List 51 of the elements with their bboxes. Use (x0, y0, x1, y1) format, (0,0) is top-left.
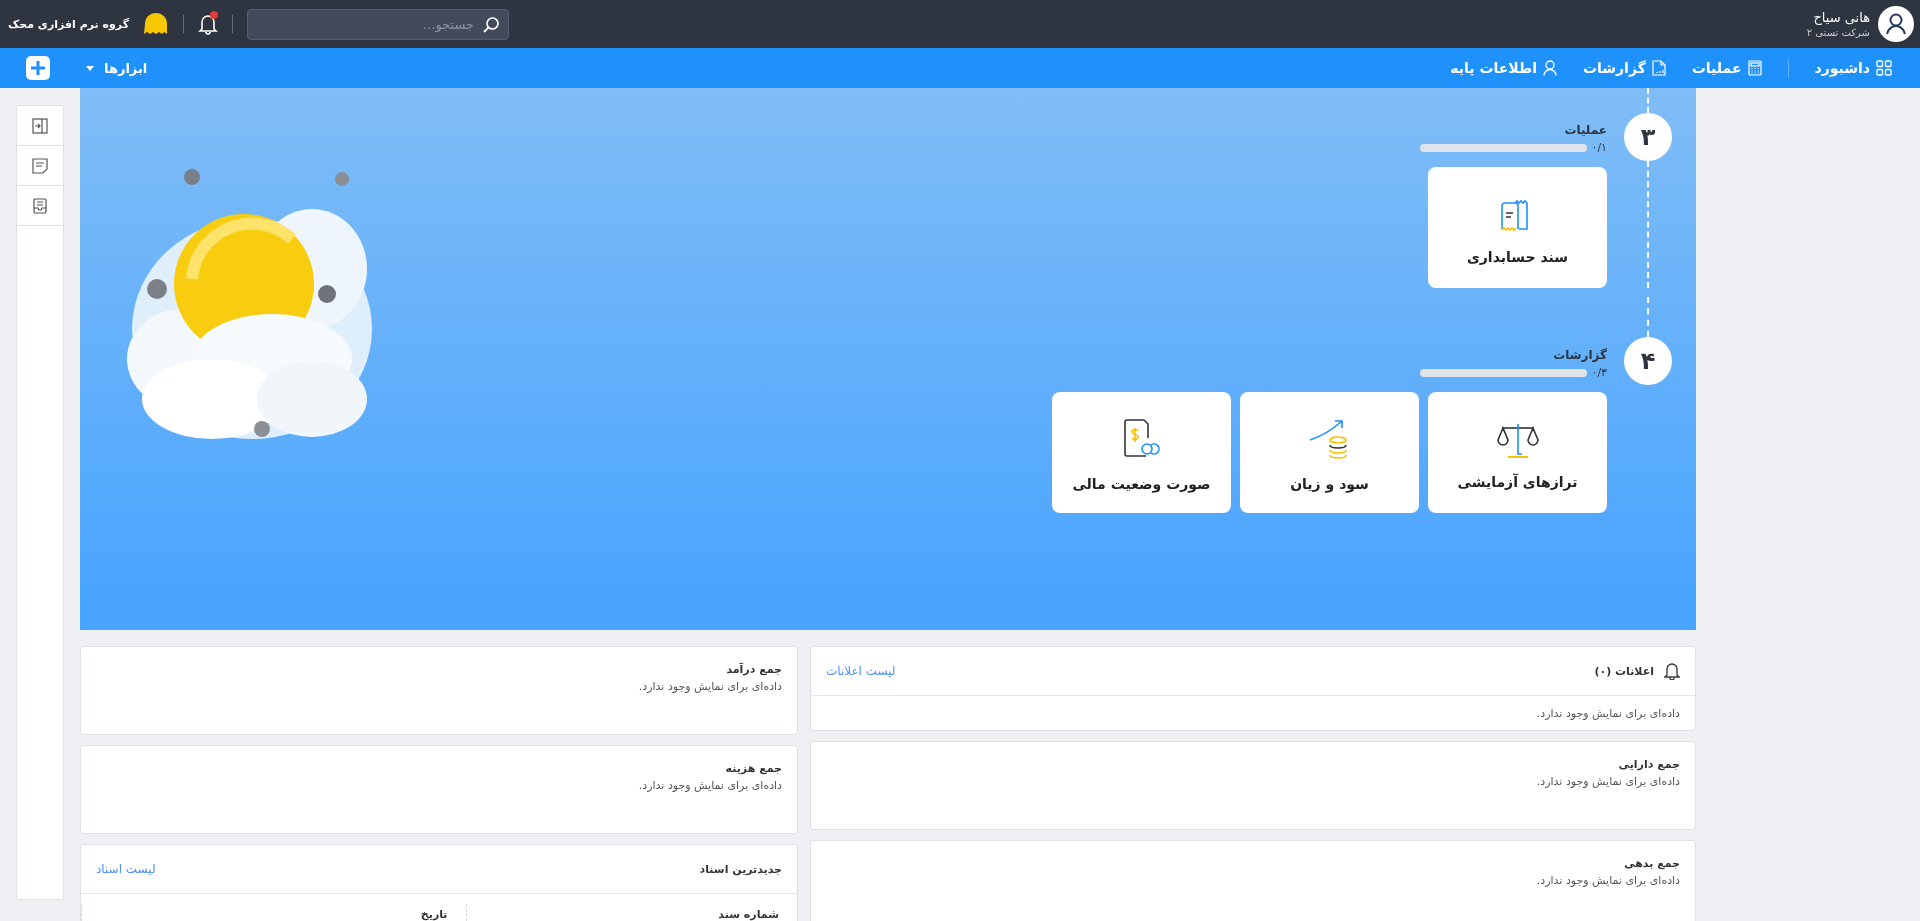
tool-button[interactable] (17, 106, 63, 146)
tray-icon (32, 197, 48, 214)
company-name: شرکت تستی ۲ (1806, 27, 1870, 38)
shortcut-card[interactable]: سود و زیان (1240, 392, 1419, 513)
column-header: تاریخ (81, 904, 466, 921)
empty-message: داده‌ای برای نمایش وجود ندارد. (1536, 775, 1680, 788)
empty-message: داده‌ای برای نمایش وجود ندارد. (638, 779, 782, 792)
bell-icon (1664, 662, 1680, 680)
notifications-button[interactable] (198, 13, 219, 35)
logo-icon (143, 12, 170, 36)
widget-title: جمع درآمد (726, 663, 782, 676)
user-name: هانی سیاح (1812, 10, 1870, 25)
column-header: شماره سند (465, 904, 797, 921)
widget-title: جمع دارایی (1618, 758, 1680, 771)
brand-name: گروه نرم افزاری محک (8, 17, 130, 31)
exit-icon (32, 117, 48, 134)
nav-item[interactable]: عملیات (1691, 60, 1762, 76)
note-icon (32, 157, 48, 174)
calculator-icon (1747, 60, 1762, 76)
shortcut-card[interactable]: صورت وضعیت مالی (1052, 392, 1231, 513)
user-icon (1542, 60, 1557, 76)
step-number: ۴ (1624, 337, 1672, 385)
progress-count: ۰/۱ (1591, 141, 1607, 155)
widget-title: جدیدترین اسناد (699, 862, 782, 876)
step-title: گزارشات (1553, 347, 1607, 363)
empty-message: داده‌ای برای نمایش وجود ندارد. (1536, 874, 1680, 887)
shortcut-card[interactable]: سند حسابداری (1428, 167, 1607, 288)
progress-count: ۰/۳ (1591, 366, 1607, 380)
search-icon (482, 15, 501, 34)
nav-item[interactable]: گزارشات (1582, 60, 1666, 76)
add-button[interactable] (26, 56, 50, 80)
widget-title: جمع بدهی (1624, 857, 1680, 870)
list-link[interactable]: لیست اسناد (96, 862, 156, 876)
avatar-icon[interactable] (1878, 6, 1914, 42)
caret-icon (86, 65, 94, 71)
empty-message: داده‌ای برای نمایش وجود ندارد. (1536, 707, 1680, 720)
list-link[interactable]: لیست اعلانات (826, 664, 896, 678)
nav-item[interactable]: داشبورد (1814, 60, 1892, 76)
document-icon (1651, 60, 1666, 76)
plus-icon (31, 61, 45, 75)
grid-icon (1876, 60, 1892, 76)
shortcut-card[interactable]: ترازهای آزمایشی (1428, 392, 1607, 513)
widget-title: اعلانات (۰) (1594, 664, 1654, 678)
search-field[interactable]: جستجو... (247, 8, 510, 40)
nav-item[interactable]: اطلاعات پایه (1450, 60, 1557, 76)
widget-title: جمع هزینه (725, 762, 782, 775)
tools-menu[interactable]: ابزارها (86, 60, 148, 76)
bell-icon (198, 13, 219, 35)
step-number: ۳ (1624, 113, 1672, 161)
step-title: عملیات (1564, 122, 1607, 138)
empty-message: داده‌ای برای نمایش وجود ندارد. (638, 680, 782, 693)
